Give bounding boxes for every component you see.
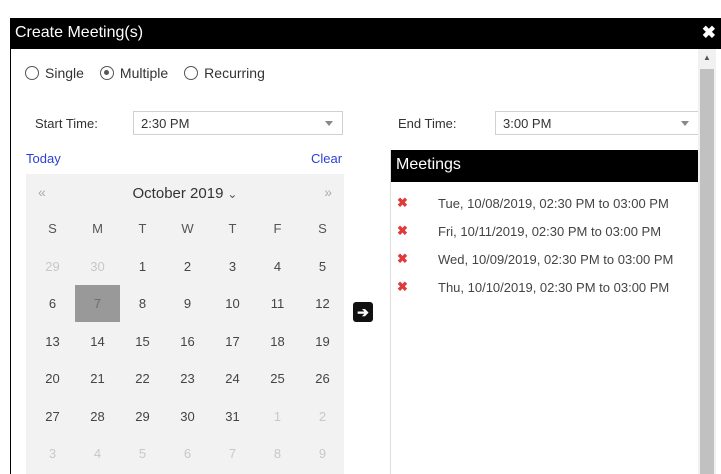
end-time-value: 3:00 PM xyxy=(503,116,552,131)
add-meetings-arrow-button[interactable]: ➔ xyxy=(353,302,373,322)
calendar-day-selected[interactable]: 7 xyxy=(75,285,120,322)
calendar-day[interactable]: 11 xyxy=(255,285,300,322)
meetings-panel: Meetings ✖ Tue, 10/08/2019, 02:30 PM to 0… xyxy=(390,150,699,474)
calendar-day[interactable]: 1 xyxy=(255,398,300,435)
calendar-day[interactable]: 7 xyxy=(210,435,255,472)
calendar-day[interactable]: 5 xyxy=(300,248,345,285)
calendar-day[interactable]: 31 xyxy=(210,398,255,435)
radio-single[interactable]: Single xyxy=(25,65,84,81)
weekday-header: T xyxy=(228,221,237,236)
start-time-select[interactable]: 2:30 PM xyxy=(133,111,343,135)
remove-meeting-icon[interactable]: ✖ xyxy=(397,223,408,239)
calendar-day[interactable]: 28 xyxy=(75,398,120,435)
calendar-day[interactable]: 20 xyxy=(30,360,75,397)
meeting-list-item: ✖ Tue, 10/08/2019, 02:30 PM to 03:00 PM xyxy=(391,192,699,216)
vertical-scrollbar[interactable]: ▲ xyxy=(698,49,716,474)
calendar-day[interactable]: 19 xyxy=(300,323,345,360)
weekday-header: W xyxy=(181,221,194,236)
radio-label-recurring: Recurring xyxy=(204,65,265,81)
calendar-day[interactable]: 21 xyxy=(75,360,120,397)
dropdown-caret-icon xyxy=(325,121,333,126)
today-link[interactable]: Today xyxy=(26,151,61,166)
calendar-day[interactable]: 4 xyxy=(255,248,300,285)
remove-meeting-icon[interactable]: ✖ xyxy=(397,279,408,295)
calendar-day[interactable]: 27 xyxy=(30,398,75,435)
calendar-day[interactable]: 12 xyxy=(300,285,345,322)
calendar-day[interactable]: 8 xyxy=(255,435,300,472)
radio-circle-icon[interactable] xyxy=(184,66,199,80)
calendar-day[interactable]: 10 xyxy=(210,285,255,322)
close-icon[interactable]: ✖ xyxy=(702,23,716,43)
calendar-day[interactable]: 29 xyxy=(30,248,75,285)
calendar-day[interactable]: 17 xyxy=(210,323,255,360)
start-time-value: 2:30 PM xyxy=(141,116,190,131)
dialog-titlebar: Create Meeting(s) ✖ xyxy=(11,18,721,49)
meeting-list-item: ✖ Wed, 10/09/2019, 02:30 PM to 03:00 PM xyxy=(391,248,699,272)
radio-recurring[interactable]: Recurring xyxy=(184,65,265,81)
calendar-header: « October 2019 ⌄ » xyxy=(26,174,344,210)
calendar-day[interactable]: 13 xyxy=(30,323,75,360)
calendar-day[interactable]: 9 xyxy=(165,285,210,322)
calendar-day[interactable]: 5 xyxy=(120,435,165,472)
calendar-day[interactable]: 30 xyxy=(165,398,210,435)
meeting-text: Wed, 10/09/2019, 02:30 PM to 03:00 PM xyxy=(438,252,674,267)
calendar-day[interactable]: 30 xyxy=(75,248,120,285)
calendar-day[interactable]: 29 xyxy=(120,398,165,435)
radio-multiple[interactable]: Multiple xyxy=(99,65,169,81)
calendar-day[interactable]: 4 xyxy=(75,435,120,472)
end-time-select[interactable]: 3:00 PM xyxy=(495,111,699,135)
scrollbar-thumb[interactable] xyxy=(700,69,714,474)
meeting-mode-group: Single Multiple Recurring xyxy=(25,64,281,82)
remove-meeting-icon[interactable]: ✖ xyxy=(397,195,408,211)
weekday-header: M xyxy=(92,221,103,236)
start-time-label: Start Time: xyxy=(35,116,98,131)
calendar-day[interactable]: 23 xyxy=(165,360,210,397)
date-picker: « October 2019 ⌄ » S M T W T F S 29 30 1 2 3 4 5 6 7 8 9 10… xyxy=(26,174,344,474)
meeting-text: Fri, 10/11/2019, 02:30 PM to 03:00 PM xyxy=(438,224,662,239)
calendar-day[interactable]: 22 xyxy=(120,360,165,397)
meeting-text: Tue, 10/08/2019, 02:30 PM to 03:00 PM xyxy=(438,196,669,211)
dropdown-caret-icon xyxy=(681,121,689,126)
meeting-text: Thu, 10/10/2019, 02:30 PM to 03:00 PM xyxy=(438,280,670,295)
calendar-day[interactable]: 26 xyxy=(300,360,345,397)
meetings-title: Meetings xyxy=(391,150,699,182)
weekday-header: T xyxy=(138,221,147,236)
meeting-list-item: ✖ Fri, 10/11/2019, 02:30 PM to 03:00 PM xyxy=(391,220,699,244)
scroll-up-icon[interactable]: ▲ xyxy=(698,49,716,67)
calendar-day[interactable]: 2 xyxy=(300,398,345,435)
calendar-day[interactable]: 2 xyxy=(165,248,210,285)
radio-circle-checked-icon[interactable] xyxy=(99,66,114,80)
chevron-down-icon: ⌄ xyxy=(227,187,238,201)
dialog-title: Create Meeting(s) xyxy=(15,24,144,41)
next-month-icon[interactable]: » xyxy=(324,184,332,200)
end-time-label: End Time: xyxy=(398,116,457,131)
calendar-day[interactable]: 3 xyxy=(210,248,255,285)
calendar-day[interactable]: 8 xyxy=(120,285,165,322)
calendar-day[interactable]: 25 xyxy=(255,360,300,397)
calendar-day[interactable]: 18 xyxy=(255,323,300,360)
radio-label-single: Single xyxy=(45,65,84,81)
weekday-header: F xyxy=(273,221,282,236)
weekday-header: S xyxy=(318,221,327,236)
remove-meeting-icon[interactable]: ✖ xyxy=(397,251,408,267)
calendar-day[interactable]: 1 xyxy=(120,248,165,285)
radio-circle-icon[interactable] xyxy=(25,66,39,80)
calendar-day[interactable]: 16 xyxy=(165,323,210,360)
calendar-day[interactable]: 14 xyxy=(75,323,120,360)
month-label: October 2019 xyxy=(132,185,224,202)
calendar-day[interactable]: 24 xyxy=(210,360,255,397)
radio-label-multiple: Multiple xyxy=(119,65,169,81)
calendar-day[interactable]: 6 xyxy=(30,285,75,322)
calendar-day[interactable]: 6 xyxy=(165,435,210,472)
calendar-day[interactable]: 15 xyxy=(120,323,165,360)
calendar-day[interactable]: 9 xyxy=(300,435,345,472)
calendar-day[interactable]: 3 xyxy=(30,435,75,472)
weekday-header: S xyxy=(48,221,57,236)
meeting-list-item: ✖ Thu, 10/10/2019, 02:30 PM to 03:00 PM xyxy=(391,276,699,300)
create-meeting-dialog: Create Meeting(s) ✖ Single Multiple Recu… xyxy=(10,18,721,474)
clear-link[interactable]: Clear xyxy=(311,151,342,166)
month-selector[interactable]: October 2019 ⌄ xyxy=(26,185,344,202)
